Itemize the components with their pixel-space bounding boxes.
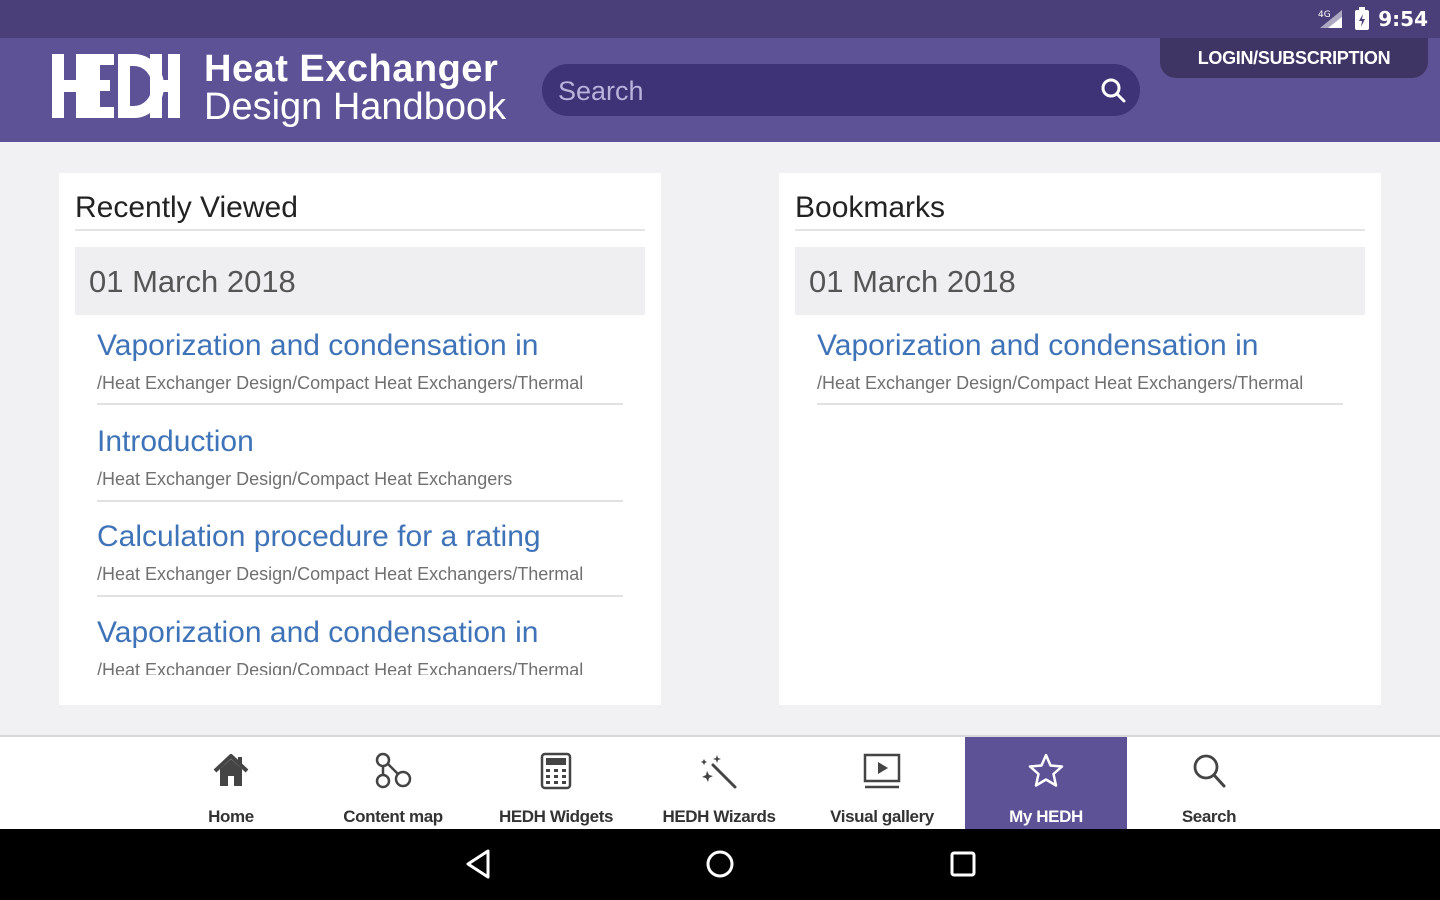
nav-my-hedh[interactable]: My HEDH: [965, 737, 1127, 829]
bottom-navigation: Home Content map HEDH Widgets HEDH Wizar…: [0, 735, 1440, 829]
item-title-link[interactable]: Vaporization and condensation in: [817, 329, 1343, 363]
search-icon: [1193, 754, 1226, 788]
calculator-icon: [540, 752, 572, 790]
recents-icon[interactable]: [945, 846, 981, 882]
item-title-link[interactable]: Introduction: [97, 425, 623, 459]
star-icon: [1028, 753, 1064, 787]
date-label: 01 March 2018: [89, 264, 296, 299]
login-subscription-button[interactable]: LOGIN/SUBSCRIPTION: [1160, 38, 1428, 78]
status-icons: 4G 9:54: [1318, 6, 1428, 32]
nav-label: My HEDH: [1009, 807, 1083, 826]
item-path: /Heat Exchanger Design/Compact Heat Exch…: [817, 373, 1304, 393]
list-item[interactable]: Vaporization and condensation in /Heat E…: [97, 616, 623, 681]
nav-search[interactable]: Search: [1128, 737, 1290, 829]
search-input[interactable]: [556, 64, 1090, 118]
search-icon[interactable]: [1100, 77, 1126, 103]
nav-label: HEDH Wizards: [662, 807, 776, 826]
nav-label: Search: [1181, 807, 1237, 826]
magic-wand-icon: [701, 755, 737, 789]
divider: [795, 229, 1365, 231]
item-title-link[interactable]: Calculation procedure for a rating: [97, 520, 623, 554]
list-item[interactable]: Vaporization and condensation in /Heat E…: [817, 329, 1343, 394]
status-bar: 4G 9:54: [0, 0, 1440, 38]
svg-text:4G: 4G: [1318, 10, 1331, 20]
nav-label: Content map: [343, 807, 443, 826]
recently-viewed-title: Recently Viewed: [75, 191, 298, 224]
date-header: 01 March 2018: [75, 247, 645, 315]
status-time: 9:54: [1378, 7, 1428, 31]
item-title-link[interactable]: Vaporization and condensation in: [97, 616, 623, 650]
item-path: /Heat Exchanger Design/Compact Heat Exch…: [97, 373, 584, 393]
brand-line-2: Design Handbook: [204, 86, 507, 128]
divider: [97, 595, 623, 597]
divider: [75, 229, 645, 231]
system-navigation-bar: [0, 829, 1440, 900]
hedh-logo[interactable]: [50, 52, 180, 120]
divider: [97, 500, 623, 502]
bookmarks-panel: Bookmarks 01 March 2018 Vaporization and…: [779, 173, 1381, 705]
home-icon: [213, 754, 249, 786]
brand-title: Heat Exchanger Design Handbook: [204, 50, 506, 126]
back-icon[interactable]: [460, 846, 496, 882]
bookmarks-title: Bookmarks: [795, 191, 946, 224]
signal-icon: 4G: [1318, 10, 1343, 28]
list-item[interactable]: Calculation procedure for a rating /Heat…: [97, 520, 623, 585]
nav-label: HEDH Widgets: [498, 807, 614, 826]
app-header: Heat Exchanger Design Handbook LOGIN/SUB…: [0, 38, 1440, 142]
date-header: 01 March 2018: [795, 247, 1365, 315]
divider: [97, 403, 623, 405]
recently-viewed-panel: Recently Viewed 01 March 2018 Vaporizati…: [59, 173, 661, 705]
list-item[interactable]: Vaporization and condensation in /Heat E…: [97, 329, 623, 394]
nav-visual-gallery[interactable]: Visual gallery: [801, 737, 963, 829]
date-label: 01 March 2018: [809, 264, 1016, 299]
list-item[interactable]: Introduction /Heat Exchanger Design/Comp…: [97, 425, 623, 490]
nav-hedh-widgets[interactable]: HEDH Widgets: [475, 737, 637, 829]
nav-hedh-wizards[interactable]: HEDH Wizards: [638, 737, 800, 829]
item-path: /Heat Exchanger Design/Compact Heat Exch…: [97, 469, 513, 489]
home-circle-icon[interactable]: [702, 846, 738, 882]
panel-clip: [59, 675, 661, 705]
video-icon: [863, 753, 901, 789]
item-title-link[interactable]: Vaporization and condensation in: [97, 329, 623, 363]
battery-icon: [1355, 7, 1370, 30]
divider: [817, 403, 1343, 405]
nav-home[interactable]: Home: [150, 737, 312, 829]
nav-content-map[interactable]: Content map: [312, 737, 474, 829]
nav-label: Visual gallery: [830, 807, 934, 826]
brand-line-1: Heat Exchanger: [204, 48, 499, 90]
nav-label: Home: [208, 807, 254, 826]
content-map-icon: [375, 752, 412, 789]
search-bar: [542, 64, 1140, 118]
item-path: /Heat Exchanger Design/Compact Heat Exch…: [97, 564, 584, 584]
